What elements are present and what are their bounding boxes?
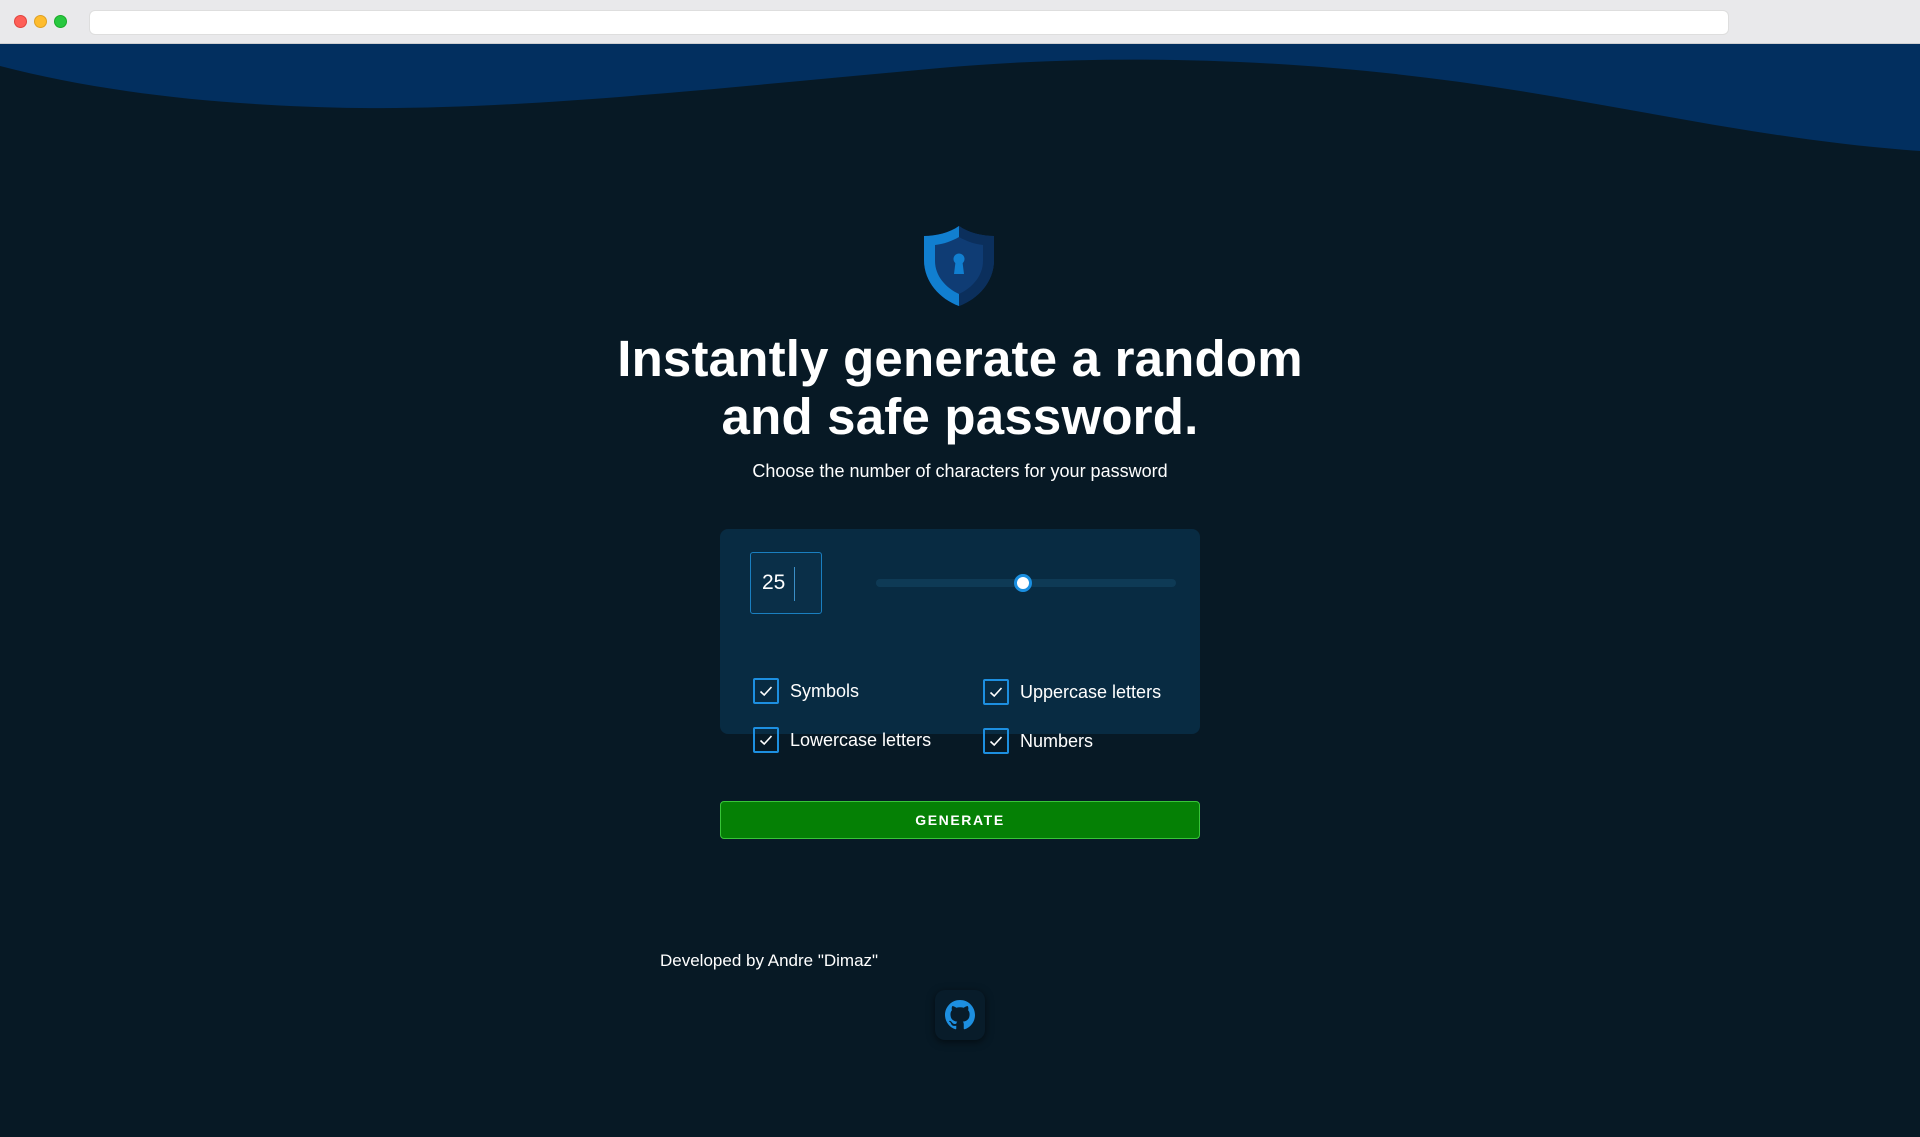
checkmark-icon	[759, 735, 773, 746]
slider-thumb[interactable]	[1014, 574, 1032, 592]
close-window-button[interactable]	[14, 15, 27, 28]
uppercase-label: Uppercase letters	[1020, 681, 1162, 702]
checkmark-icon	[759, 686, 773, 697]
github-icon	[945, 1000, 975, 1030]
checkmark-icon	[989, 736, 1003, 747]
text-caret	[794, 567, 795, 601]
minimize-window-button[interactable]	[34, 15, 47, 28]
symbols-checkbox-option[interactable]: Symbols	[753, 678, 859, 704]
numbers-checkbox-option[interactable]: Numbers	[983, 728, 1093, 754]
symbols-checkbox[interactable]	[753, 678, 779, 704]
numbers-label: Numbers	[1020, 730, 1094, 751]
options-anchor: Symbols Uppercase letters Lowercase lett…	[720, 44, 1200, 754]
slider-track-fill	[876, 579, 1023, 587]
page-subtitle: Choose the number of characters for your…	[752, 461, 1168, 481]
uppercase-checkbox[interactable]	[983, 679, 1009, 705]
password-length-input[interactable]: 25	[750, 552, 822, 614]
github-link[interactable]	[935, 990, 985, 1040]
page-title: Instantly generate a random and safe pas…	[560, 330, 1360, 446]
lowercase-checkbox-option[interactable]: Lowercase letters	[753, 727, 931, 753]
developer-credit: Developed by Andre "Dimaz"	[660, 951, 879, 970]
lowercase-checkbox[interactable]	[753, 727, 779, 753]
lowercase-label: Lowercase letters	[790, 729, 932, 750]
page-title-line-2: and safe password.	[721, 388, 1199, 445]
address-bar[interactable]	[89, 10, 1729, 35]
password-length-value: 25	[762, 571, 786, 594]
shield-lock-icon	[924, 226, 994, 306]
header-wave	[0, 44, 1920, 151]
maximize-window-button[interactable]	[54, 15, 67, 28]
browser-chrome	[0, 0, 1920, 44]
checkmark-icon	[989, 687, 1003, 698]
uppercase-checkbox-option[interactable]: Uppercase letters	[983, 679, 1161, 705]
generate-button[interactable]: GENERATE	[720, 801, 1200, 839]
numbers-checkbox[interactable]	[983, 728, 1009, 754]
password-length-slider[interactable]	[876, 574, 1176, 592]
page-title-line-1: Instantly generate a random	[617, 330, 1303, 387]
symbols-label: Symbols	[790, 680, 860, 701]
page: Instantly generate a random and safe pas…	[0, 44, 1920, 1137]
